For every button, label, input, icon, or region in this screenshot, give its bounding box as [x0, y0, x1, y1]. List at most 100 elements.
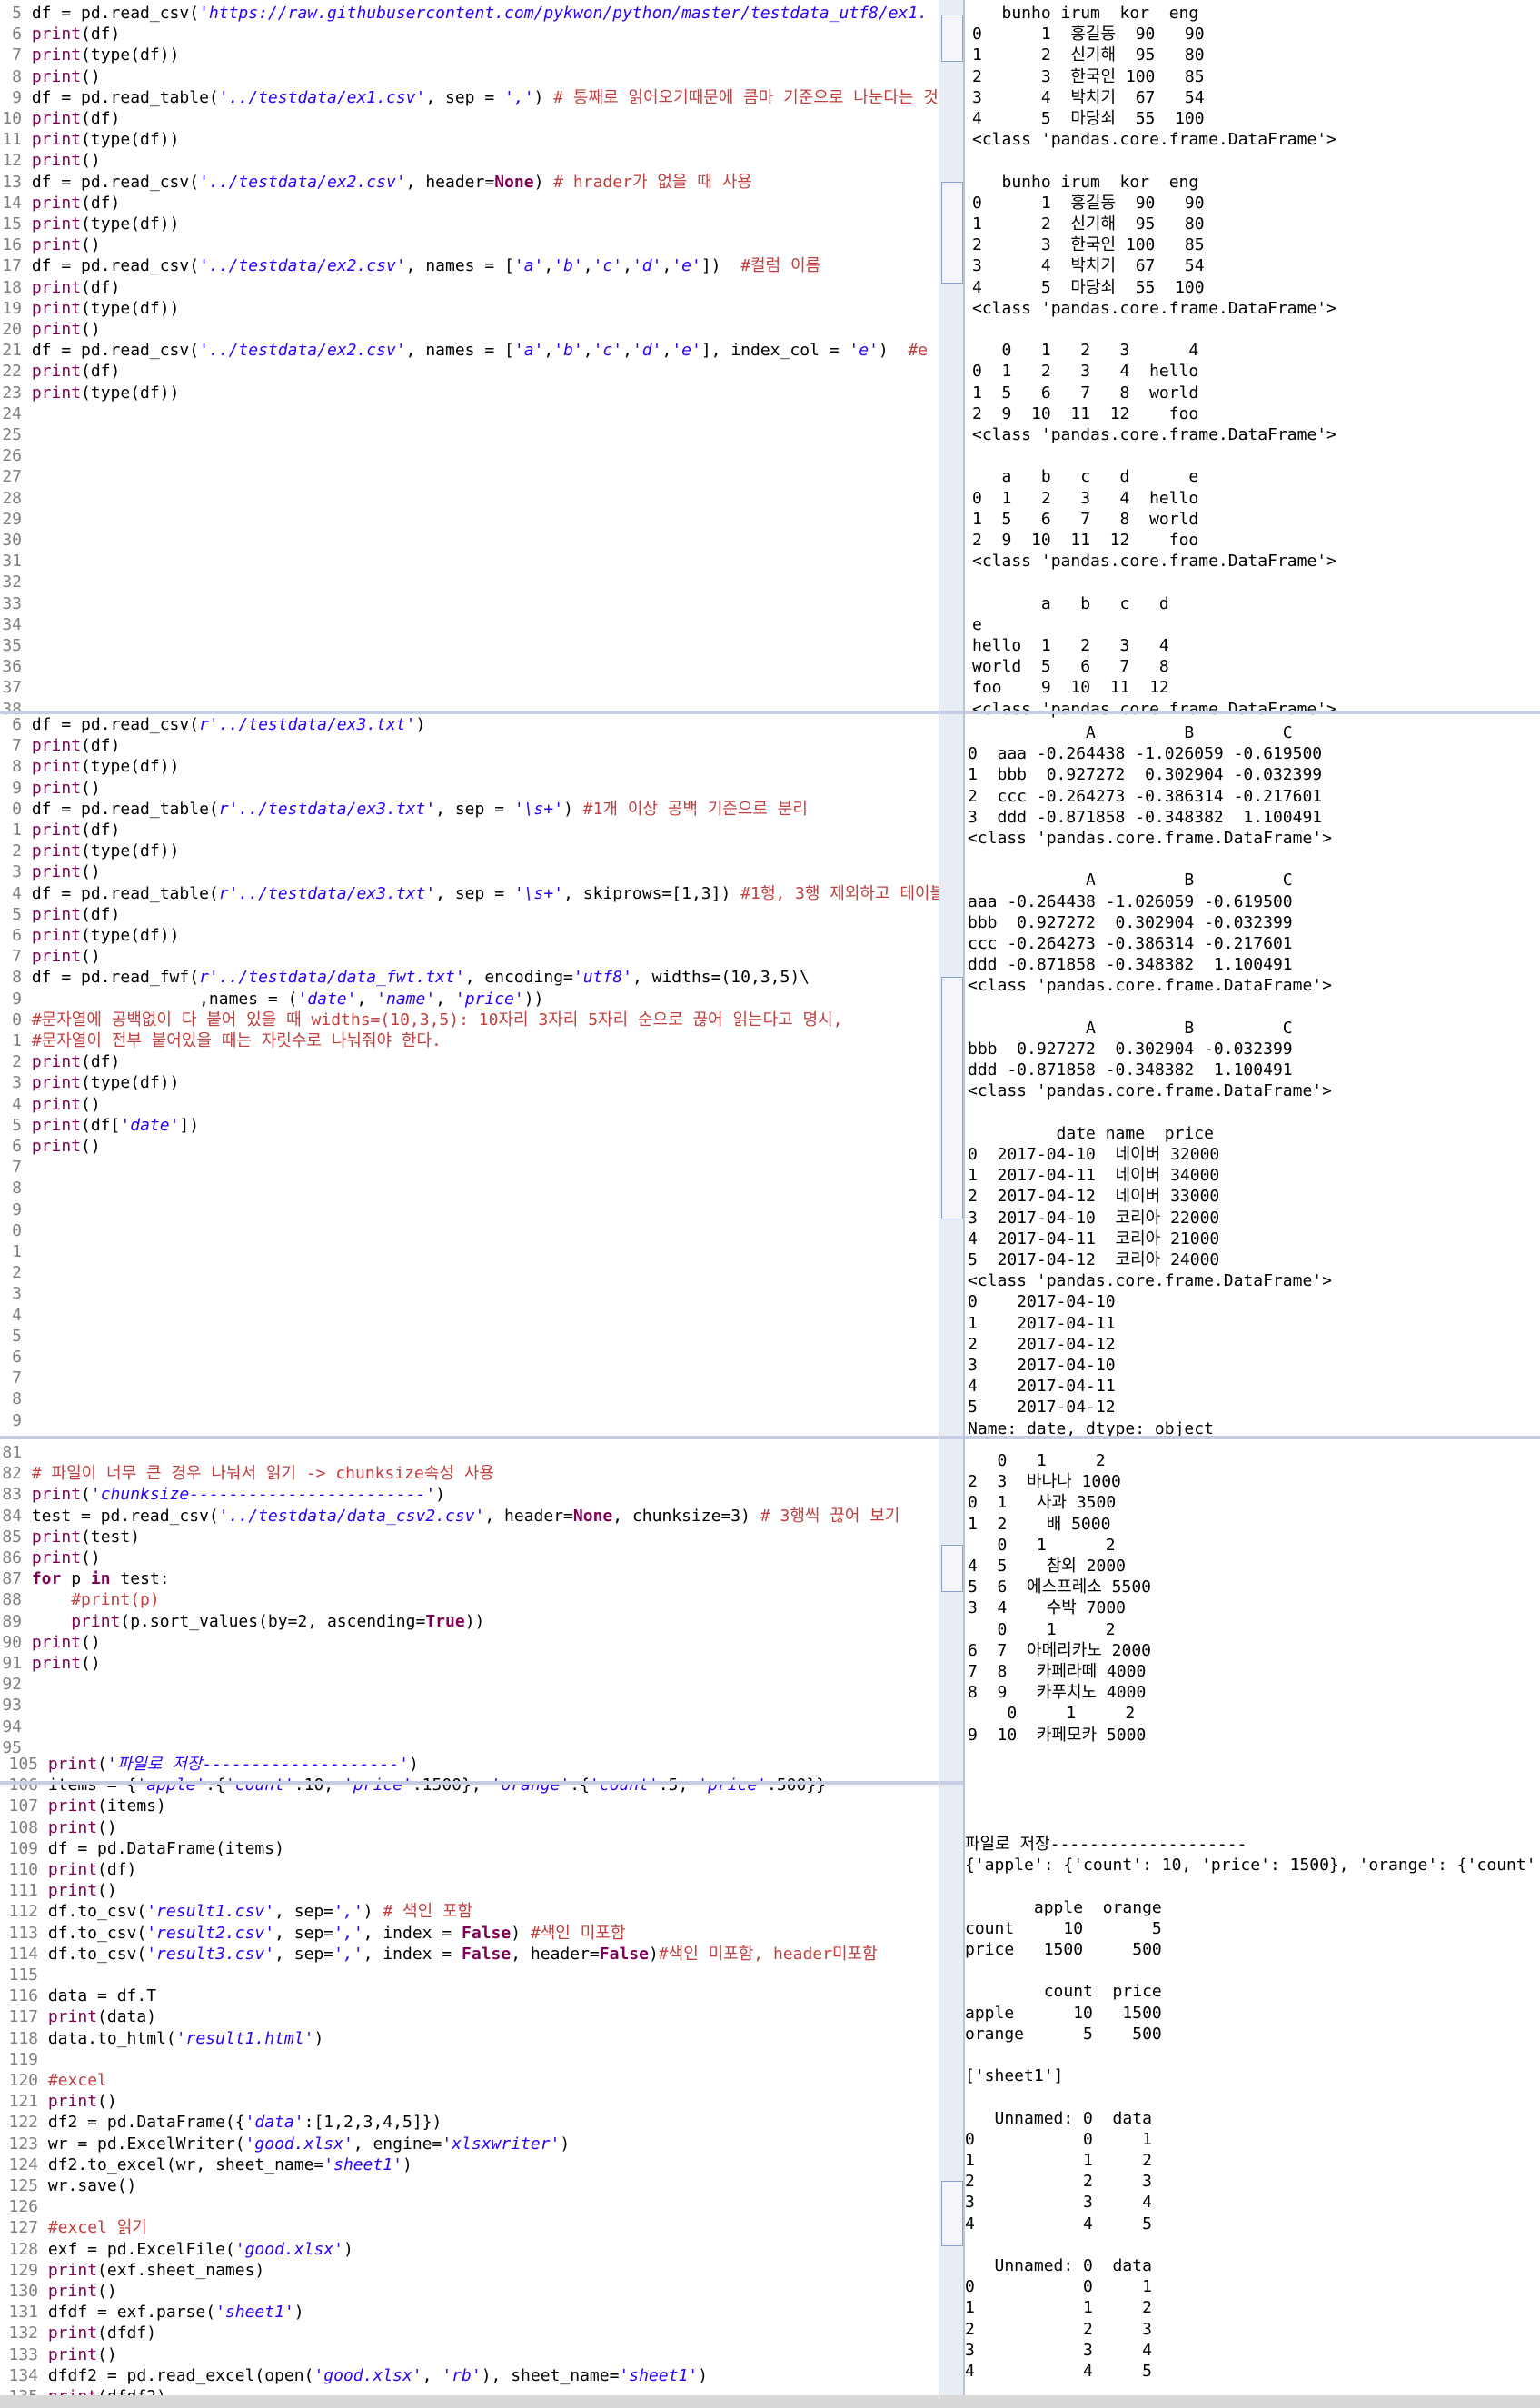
code-line[interactable]: 82 # 파일이 너무 큰 경우 나눠서 읽기 -> chunksize속성 사…: [0, 1463, 494, 1484]
code-line[interactable]: 23 print(type(df)): [0, 383, 179, 403]
code-line[interactable]: 81: [0, 1442, 32, 1463]
code-line[interactable]: 20 print(): [0, 319, 100, 340]
code-line[interactable]: 8 print(type(df)): [0, 756, 179, 777]
code-line[interactable]: 117 print(data): [0, 2006, 156, 2027]
code-line[interactable]: 84 test = pd.read_csv('../testdata/data_…: [0, 1506, 899, 1527]
code-line[interactable]: 131 dfdf = exf.parse('sheet1'): [0, 2302, 303, 2323]
code-line[interactable]: 125 wr.save(): [0, 2175, 136, 2196]
code-line[interactable]: 16 print(): [0, 234, 100, 255]
code-line[interactable]: 0 #문자열에 공백없이 다 붙어 있을 때 widths=(10,3,5): …: [0, 1010, 842, 1030]
code-line[interactable]: 88 #print(p): [0, 1589, 159, 1610]
code-line[interactable]: 94: [0, 1716, 32, 1737]
code-line[interactable]: 3: [0, 1283, 32, 1304]
code-line[interactable]: 121 print(): [0, 2091, 116, 2112]
code-line[interactable]: 120 #excel: [0, 2070, 106, 2091]
code-line[interactable]: 113 df.to_csv('result2.csv', sep=',', in…: [0, 1923, 625, 1944]
code-line[interactable]: 26: [0, 445, 32, 466]
ruler-marker[interactable]: [941, 15, 963, 62]
ruler-marker[interactable]: [941, 182, 963, 284]
code-line[interactable]: 0 df = pd.read_table(r'../testdata/ex3.t…: [0, 799, 808, 820]
code-line[interactable]: 3 print(): [0, 861, 101, 882]
editor-overview-ruler[interactable]: [939, 1785, 965, 2408]
ruler-marker[interactable]: [941, 1545, 963, 1592]
code-line[interactable]: 107 print(items): [0, 1796, 165, 1816]
code-line[interactable]: 12 print(): [0, 150, 100, 171]
code-line[interactable]: 8 df = pd.read_fwf(r'../testdata/data_fw…: [0, 967, 810, 988]
code-line[interactable]: 91 print(): [0, 1653, 100, 1674]
code-line[interactable]: 35: [0, 635, 32, 656]
code-line[interactable]: 92: [0, 1674, 32, 1695]
code-line[interactable]: 24: [0, 403, 32, 424]
code-line[interactable]: 129 print(exf.sheet_names): [0, 2260, 264, 2281]
code-line[interactable]: 89 print(p.sort_values(by=2, ascending=T…: [0, 1611, 484, 1632]
code-line[interactable]: 2 print(df): [0, 1051, 120, 1072]
code-line[interactable]: 8: [0, 1388, 32, 1409]
code-line[interactable]: 3 print(type(df)): [0, 1072, 179, 1093]
code-line[interactable]: 11 print(type(df)): [0, 129, 179, 150]
code-line[interactable]: 19 print(type(df)): [0, 298, 179, 319]
code-line[interactable]: 7: [0, 1157, 32, 1178]
code-line[interactable]: 110 print(df): [0, 1859, 136, 1880]
code-line[interactable]: 134 dfdf2 = pd.read_excel(open('good.xls…: [0, 2365, 707, 2386]
code-line[interactable]: 114 df.to_csv('result3.csv', sep=',', in…: [0, 1944, 877, 1965]
code-line[interactable]: 1: [0, 1241, 32, 1262]
code-line[interactable]: 127 #excel 읽기: [0, 2217, 146, 2238]
code-line[interactable]: 126: [0, 2196, 48, 2217]
code-line[interactable]: 9 ,names = ('date', 'name', 'price')): [0, 989, 543, 1010]
code-line[interactable]: 7 print(df): [0, 735, 120, 756]
code-line[interactable]: 21 df = pd.read_csv('../testdata/ex2.csv…: [0, 340, 928, 361]
code-line[interactable]: 124 df2.to_excel(wr, sheet_name='sheet1'…: [0, 2154, 412, 2175]
code-line[interactable]: 128 exf = pd.ExcelFile('good.xlsx'): [0, 2239, 353, 2260]
code-line[interactable]: 22 print(df): [0, 361, 120, 382]
code-line[interactable]: 17 df = pd.read_csv('../testdata/ex2.csv…: [0, 255, 820, 276]
code-line[interactable]: 5: [0, 1326, 32, 1347]
code-line[interactable]: 0: [0, 1220, 32, 1241]
code-line[interactable]: 132 print(dfdf): [0, 2323, 156, 2343]
code-line[interactable]: 109 df = pd.DataFrame(items): [0, 1838, 283, 1859]
code-line[interactable]: 33: [0, 593, 32, 614]
code-line[interactable]: 25: [0, 424, 32, 445]
code-line[interactable]: 123 wr = pd.ExcelWriter('good.xlsx', eng…: [0, 2134, 570, 2154]
horizontal-scrollbar[interactable]: [0, 2395, 1540, 2408]
code-line[interactable]: 13 df = pd.read_csv('../testdata/ex2.csv…: [0, 172, 752, 193]
code-line[interactable]: 8 print(): [0, 66, 101, 87]
code-line[interactable]: 9: [0, 1199, 32, 1220]
code-line[interactable]: 6 df = pd.read_csv(r'../testdata/ex3.txt…: [0, 714, 425, 735]
code-line[interactable]: 87 for p in test:: [0, 1568, 169, 1589]
code-line[interactable]: 86 print(): [0, 1547, 100, 1568]
code-line[interactable]: 108 print(): [0, 1817, 116, 1838]
code-editor[interactable]: 5 df = pd.read_csv('https://raw.githubus…: [0, 0, 963, 2408]
code-line[interactable]: 5 print(df['date']): [0, 1115, 199, 1136]
code-line[interactable]: 85 print(test): [0, 1527, 140, 1547]
code-line[interactable]: 106 items = {'apple':{'count':10, 'price…: [0, 1775, 826, 1796]
code-line[interactable]: 10 print(df): [0, 108, 120, 129]
code-line[interactable]: 14 print(df): [0, 193, 120, 214]
code-line[interactable]: 112 df.to_csv('result1.csv', sep=',') # …: [0, 1901, 472, 1922]
code-line[interactable]: 5 df = pd.read_csv('https://raw.githubus…: [0, 3, 928, 24]
ruler-marker[interactable]: [941, 2181, 963, 2246]
code-line[interactable]: 133 print(): [0, 2344, 116, 2365]
code-line[interactable]: 31: [0, 551, 32, 572]
code-line[interactable]: 30: [0, 530, 32, 551]
code-line[interactable]: 1 #문자열이 전부 붙어있을 때는 자릿수로 나눠줘야 한다.: [0, 1030, 442, 1051]
code-line[interactable]: 9: [0, 1410, 32, 1431]
code-line[interactable]: 4 print(): [0, 1094, 101, 1115]
code-line[interactable]: 83 print('chunksize---------------------…: [0, 1484, 445, 1505]
code-line[interactable]: 9 print(): [0, 778, 101, 799]
code-line[interactable]: 119: [0, 2049, 48, 2070]
code-line[interactable]: 2: [0, 1262, 32, 1283]
code-line[interactable]: 18 print(df): [0, 277, 120, 298]
code-line[interactable]: 7 print(type(df)): [0, 45, 179, 65]
code-line[interactable]: 27: [0, 466, 32, 487]
editor-overview-ruler[interactable]: [939, 1439, 965, 1781]
code-line[interactable]: 2 print(type(df)): [0, 841, 179, 861]
code-line[interactable]: 130 print(): [0, 2281, 116, 2302]
code-line[interactable]: 15 print(type(df)): [0, 214, 179, 234]
code-line[interactable]: 37: [0, 677, 32, 698]
code-line[interactable]: 115: [0, 1965, 48, 1985]
code-line[interactable]: 5 print(df): [0, 904, 120, 925]
code-line[interactable]: 116 data = df.T: [0, 1985, 156, 2006]
code-line[interactable]: 122 df2 = pd.DataFrame({'data':[1,2,3,4,…: [0, 2112, 442, 2133]
code-line[interactable]: 90 print(): [0, 1632, 100, 1653]
code-line[interactable]: 29: [0, 509, 32, 530]
